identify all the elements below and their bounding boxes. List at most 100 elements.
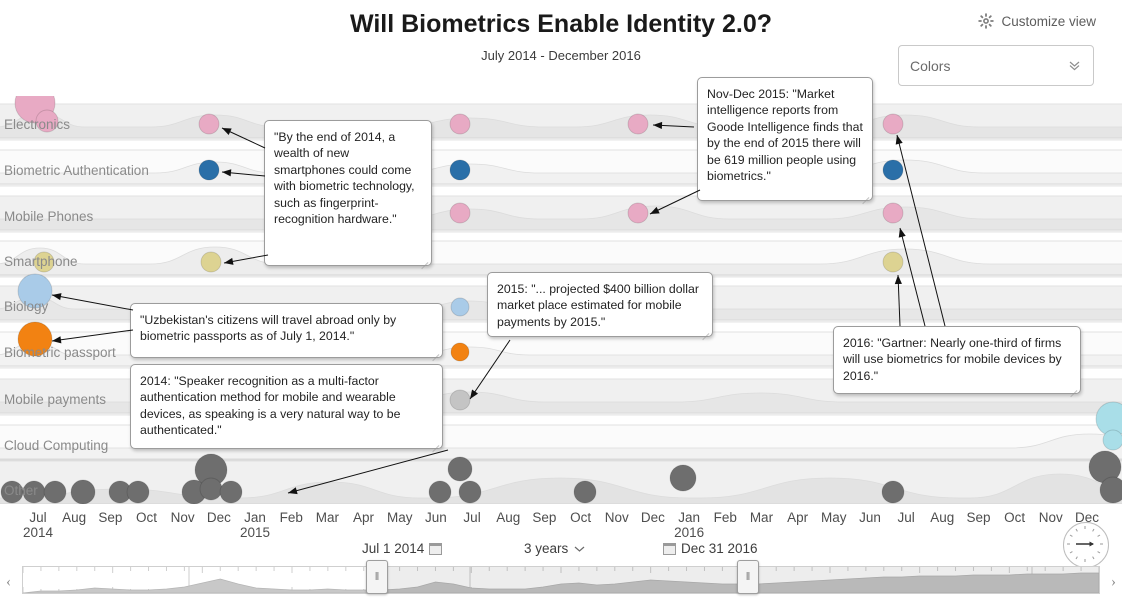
x-axis-tick: Oct [570,510,591,525]
colors-dropdown[interactable]: Colors [898,45,1094,86]
data-point[interactable] [70,479,96,505]
x-axis-tick: Jan 2016 [674,510,704,541]
data-point[interactable] [882,113,904,135]
annotation-text: "Uzbekistan's citizens will travel abroa… [140,313,397,344]
annotation-text: 2014: "Speaker recognition as a multi-fa… [140,374,401,438]
x-axis-month: Apr [787,510,809,525]
x-axis-month: Dec [206,510,231,525]
x-axis-month: Nov [1038,510,1063,525]
customize-view-label: Customize view [1001,13,1096,29]
data-point[interactable] [882,251,904,273]
x-axis-month: Feb [713,510,737,525]
x-axis-tick: Nov [171,510,195,525]
customize-view-button[interactable]: Customize view [978,13,1096,29]
x-axis-month: Apr [353,510,375,525]
data-point[interactable] [882,159,904,181]
x-axis-month: Jul [463,510,481,525]
x-axis-tick: Feb [714,510,737,525]
chevron-right-icon[interactable]: › [1111,574,1116,591]
timeline-slider[interactable]: ‹ › ‖ ‖ [0,560,1122,596]
annotation-note[interactable]: "Uzbekistan's citizens will travel abroa… [130,303,443,362]
chevron-down-icon [1068,58,1081,75]
data-point[interactable] [450,342,470,362]
data-point[interactable] [447,456,473,482]
x-axis-tick: Nov [605,510,629,525]
annotation-note[interactable]: "By the end of 2014, a wealth of new sma… [264,120,432,270]
data-point[interactable] [1102,429,1122,451]
x-axis-month: Oct [570,510,592,525]
data-point[interactable] [627,202,649,224]
data-point[interactable] [573,480,597,504]
data-point[interactable] [1099,476,1122,504]
annotation-note[interactable]: Nov-Dec 2015: "Market intelligence repor… [697,77,873,205]
x-axis-month: Mar [315,510,339,525]
page-title: Will Biometrics Enable Identity 2.0? [349,10,773,38]
annotation-note[interactable]: 2016: "Gartner: Nearly one-third of firm… [833,326,1081,398]
data-point[interactable] [200,251,222,273]
visualization-canvas: Will Biometrics Enable Identity 2.0? Jul… [0,0,1122,605]
x-axis-tick: Jan 2015 [240,510,270,541]
data-point[interactable] [449,389,471,411]
annotation-note[interactable]: 2014: "Speaker recognition as a multi-fa… [130,364,443,453]
resize-grip-icon[interactable] [430,437,440,453]
data-point[interactable] [198,113,220,135]
data-point[interactable] [449,159,471,181]
data-point[interactable] [219,480,243,504]
resize-grip-icon[interactable] [860,189,870,205]
x-axis-month: Feb [279,510,303,525]
data-point[interactable] [33,251,55,273]
x-axis-month: Oct [1004,510,1026,525]
slider-handle-right[interactable]: ‖ [737,560,759,594]
x-axis-tick: Sep [98,510,122,525]
x-axis-tick: Aug [62,510,86,525]
data-point[interactable] [43,480,67,504]
time-span-dropdown[interactable]: 3 years [524,541,585,556]
data-point[interactable] [458,480,482,504]
slider-track[interactable] [22,566,1100,594]
end-date-control[interactable]: Dec 31 2016 [663,541,758,556]
data-point[interactable] [22,480,46,504]
resize-grip-icon[interactable] [430,346,440,362]
data-point[interactable] [450,297,470,317]
data-point[interactable] [627,113,649,135]
x-axis-tick: Apr [787,510,808,525]
annotation-note[interactable]: 2015: "... projected $400 billion dollar… [487,272,713,341]
data-point[interactable] [126,480,150,504]
x-axis-month: Jun [425,510,447,525]
start-date-control[interactable]: Jul 1 2014 [362,541,443,556]
x-axis-year: 2014 [22,525,54,540]
slider-handle-left[interactable]: ‖ [366,560,388,594]
annotation-text: Nov-Dec 2015: "Market intelligence repor… [707,87,863,184]
annotation-text: 2015: "... projected $400 billion dollar… [497,282,699,329]
gear-icon [978,13,995,29]
data-point[interactable] [669,464,697,492]
data-point[interactable] [199,477,223,501]
x-axis-month: Jul [897,510,915,525]
x-axis-month: Aug [496,510,521,525]
data-point[interactable] [881,480,905,504]
x-axis-tick: Jun [425,510,447,525]
time-span-label: 3 years [524,541,569,556]
x-axis-month: Jan [244,510,266,525]
x-axis-month: Nov [604,510,629,525]
colors-dropdown-value: Colors [910,58,951,74]
annotation-text: "By the end of 2014, a wealth of new sma… [274,130,415,227]
x-axis-month: Jun [859,510,881,525]
data-point[interactable] [449,202,471,224]
data-point[interactable] [428,480,452,504]
resize-grip-icon[interactable] [700,325,710,341]
data-point[interactable] [0,480,24,504]
x-axis-tick: Sep [966,510,990,525]
data-point[interactable] [17,321,53,357]
data-point[interactable] [449,113,471,135]
resize-grip-icon[interactable] [419,254,429,270]
data-point[interactable] [198,159,220,181]
x-axis-month: May [386,510,413,525]
chevron-left-icon[interactable]: ‹ [6,574,11,591]
data-point[interactable] [17,273,53,309]
data-point[interactable] [35,109,59,133]
resize-grip-icon[interactable] [1068,382,1078,398]
x-axis-month: May [821,510,847,525]
x-axis-tick: Aug [930,510,954,525]
data-point[interactable] [882,202,904,224]
